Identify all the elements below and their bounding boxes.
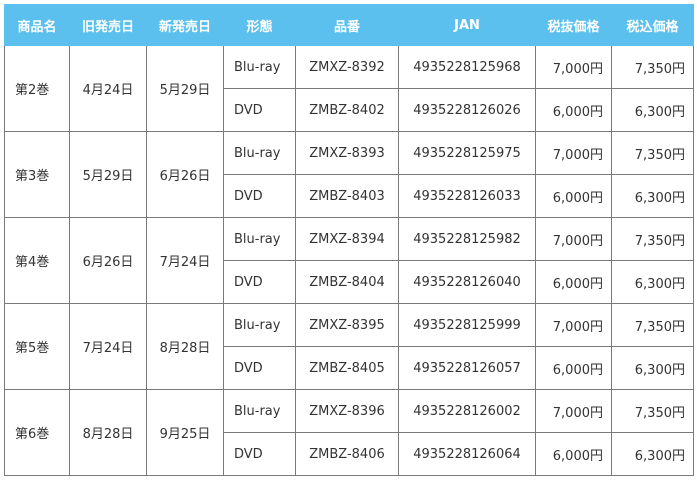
header-price-including-tax: 税込価格 (611, 4, 694, 46)
header-format: 形態 (223, 4, 296, 46)
price-ex-cell: 7,000円 (535, 131, 612, 175)
old-release-date: 7月24日 (69, 303, 147, 390)
table-row: 第4巻 6月26日 7月24日 Blu-ray ZMXZ-8394 493522… (4, 217, 694, 304)
price-ex-cell: 6,000円 (535, 432, 612, 476)
format-cell: DVD (223, 88, 296, 132)
table-row: 第6巻 8月28日 9月25日 Blu-ray ZMXZ-8396 493522… (4, 389, 694, 476)
price-in-cell: 7,350円 (611, 389, 694, 433)
volume-name: 第6巻 (4, 389, 70, 476)
product-code-cell: ZMXZ-8393 (295, 131, 399, 175)
product-code-cell: ZMXZ-8395 (295, 303, 399, 347)
price-in-cell: 7,350円 (611, 303, 694, 347)
product-code-cell: ZMBZ-8403 (295, 174, 399, 218)
product-code-cell: ZMBZ-8405 (295, 346, 399, 390)
volume-name: 第5巻 (4, 303, 70, 390)
volume-name: 第4巻 (4, 217, 70, 304)
release-schedule-table: 商品名 旧発売日 新発売日 形態 品番 JAN 税抜価格 税込価格 第2巻 4月… (4, 4, 694, 476)
jan-cell: 4935228125968 (398, 45, 536, 89)
format-cell: Blu-ray (223, 45, 296, 89)
new-release-date: 7月24日 (146, 217, 224, 304)
price-ex-cell: 6,000円 (535, 346, 612, 390)
volume-name: 第2巻 (4, 45, 70, 132)
new-release-date: 8月28日 (146, 303, 224, 390)
price-in-cell: 6,300円 (611, 346, 694, 390)
volume-name: 第3巻 (4, 131, 70, 218)
price-in-cell: 7,350円 (611, 45, 694, 89)
old-release-date: 4月24日 (69, 45, 147, 132)
jan-cell: 4935228126057 (398, 346, 536, 390)
product-code-cell: ZMBZ-8406 (295, 432, 399, 476)
price-ex-cell: 6,000円 (535, 260, 612, 304)
release-table-container: 商品名 旧発売日 新発売日 形態 品番 JAN 税抜価格 税込価格 第2巻 4月… (0, 0, 697, 476)
old-release-date: 5月29日 (69, 131, 147, 218)
format-cell: DVD (223, 346, 296, 390)
format-cell: Blu-ray (223, 131, 296, 175)
price-in-cell: 6,300円 (611, 432, 694, 476)
price-ex-cell: 7,000円 (535, 45, 612, 89)
jan-cell: 4935228126033 (398, 174, 536, 218)
table-header-row: 商品名 旧発売日 新発売日 形態 品番 JAN 税抜価格 税込価格 (4, 4, 694, 46)
price-in-cell: 7,350円 (611, 217, 694, 261)
price-in-cell: 6,300円 (611, 174, 694, 218)
header-price-excluding-tax: 税抜価格 (535, 4, 612, 46)
product-code-cell: ZMBZ-8404 (295, 260, 399, 304)
format-cell: DVD (223, 174, 296, 218)
header-old-release-date: 旧発売日 (69, 4, 147, 46)
price-ex-cell: 6,000円 (535, 88, 612, 132)
product-code-cell: ZMXZ-8396 (295, 389, 399, 433)
format-cell: DVD (223, 260, 296, 304)
jan-cell: 4935228126026 (398, 88, 536, 132)
price-ex-cell: 7,000円 (535, 389, 612, 433)
jan-cell: 4935228126064 (398, 432, 536, 476)
old-release-date: 8月28日 (69, 389, 147, 476)
jan-cell: 4935228126002 (398, 389, 536, 433)
new-release-date: 5月29日 (146, 45, 224, 132)
table-row: 第3巻 5月29日 6月26日 Blu-ray ZMXZ-8393 493522… (4, 131, 694, 218)
jan-cell: 4935228125975 (398, 131, 536, 175)
product-code-cell: ZMXZ-8394 (295, 217, 399, 261)
price-ex-cell: 7,000円 (535, 217, 612, 261)
price-in-cell: 6,300円 (611, 88, 694, 132)
old-release-date: 6月26日 (69, 217, 147, 304)
price-ex-cell: 7,000円 (535, 303, 612, 347)
format-cell: Blu-ray (223, 389, 296, 433)
format-cell: DVD (223, 432, 296, 476)
jan-cell: 4935228125999 (398, 303, 536, 347)
price-in-cell: 6,300円 (611, 260, 694, 304)
product-code-cell: ZMXZ-8392 (295, 45, 399, 89)
product-code-cell: ZMBZ-8402 (295, 88, 399, 132)
price-ex-cell: 6,000円 (535, 174, 612, 218)
price-in-cell: 7,350円 (611, 131, 694, 175)
format-cell: Blu-ray (223, 217, 296, 261)
format-cell: Blu-ray (223, 303, 296, 347)
header-product-name: 商品名 (4, 4, 70, 46)
header-new-release-date: 新発売日 (146, 4, 224, 46)
header-product-code: 品番 (295, 4, 399, 46)
table-row: 第5巻 7月24日 8月28日 Blu-ray ZMXZ-8395 493522… (4, 303, 694, 390)
table-row: 第2巻 4月24日 5月29日 Blu-ray ZMXZ-8392 493522… (4, 45, 694, 132)
new-release-date: 9月25日 (146, 389, 224, 476)
jan-cell: 4935228126040 (398, 260, 536, 304)
jan-cell: 4935228125982 (398, 217, 536, 261)
new-release-date: 6月26日 (146, 131, 224, 218)
header-jan: JAN (398, 4, 536, 46)
